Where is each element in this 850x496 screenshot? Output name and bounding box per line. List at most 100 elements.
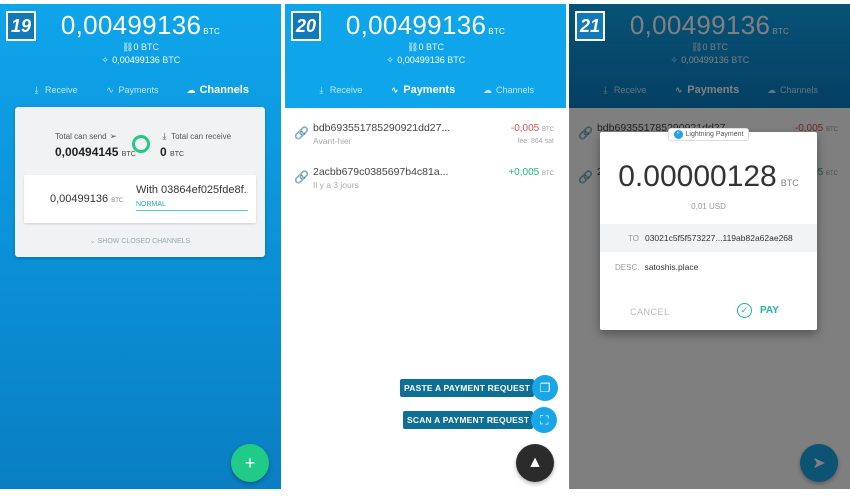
step-number-badge: 20	[291, 11, 321, 41]
panel-payments: 20 0,00499136 BTC ⛓ 0 BTC ✧ 0,00499136 BT…	[285, 4, 566, 489]
step-number-badge: 19	[6, 11, 36, 41]
channel-state: NORMAL	[136, 201, 248, 211]
payment-date: Avant-hier	[313, 136, 352, 146]
onchain-value: 0	[133, 42, 139, 52]
step-number-badge: 21	[575, 11, 605, 41]
dialog-amount-value: 0.00000128	[618, 160, 777, 193]
tab-channels[interactable]: ☁Channels	[483, 85, 534, 95]
lightning-icon: ✧	[101, 55, 109, 65]
activity-icon: ∿	[390, 84, 399, 95]
show-closed-label: SHOW CLOSED CHANNELS	[97, 238, 191, 245]
fee-value: 864	[531, 138, 543, 145]
balance-amount: 0,00499136	[60, 10, 202, 40]
total-send-value-row: 0,00494145 BTC	[55, 145, 136, 159]
total-send-label: Total can send	[55, 132, 107, 141]
total-receive-unit: BTC	[170, 151, 185, 158]
tab-bar: ⤓ Receive ∿ Payments ☁Channels	[0, 84, 281, 96]
payment-amount: -0,005 BTC	[511, 123, 554, 134]
channels-card: Total can send ➢ 0,00494145 BTC ⤓ Total …	[15, 107, 265, 257]
cloud-icon: ☁	[483, 84, 493, 95]
balance-value: 0,00499136BTC	[61, 10, 220, 40]
scan-label: SCAN A PAYMENT REQUEST	[403, 411, 534, 429]
lightning-unit: BTC	[447, 55, 466, 65]
cancel-button[interactable]: CANCEL	[630, 307, 670, 317]
panel-channels: 19 0,00499136 BTC ⛓ 0 BTC ✧ 0,00499136 BT…	[0, 4, 281, 489]
balance-ring-icon	[132, 135, 150, 153]
paste-label: PASTE A PAYMENT REQUEST	[400, 379, 535, 397]
payment-amount-value: -0,005	[510, 123, 540, 134]
desc-value: satoshis.place	[644, 262, 699, 272]
plus-icon: +	[244, 452, 256, 473]
total-receive-value-row: 0 BTC	[160, 145, 231, 159]
balance-amount: 0,00499136	[345, 10, 487, 40]
download-icon: ⤓	[319, 84, 324, 95]
show-closed-channels-button[interactable]: ⌄ SHOW CLOSED CHANNELS	[15, 237, 265, 245]
activity-icon: ∿	[106, 84, 114, 95]
tab-payments[interactable]: ∿ Payments	[105, 85, 158, 95]
total-send-unit: BTC	[121, 151, 136, 158]
total-can-send: Total can send ➢ 0,00494145 BTC	[55, 132, 136, 160]
dialog-fiat-amount: 0,01 USD	[691, 202, 726, 211]
download-icon: ⤓	[162, 131, 167, 141]
onchain-unit: BTC	[426, 42, 445, 52]
onchain-value: 0	[418, 42, 424, 52]
channel-item[interactable]: 0,00499136 BTC With 03864ef025fde8f... N…	[24, 175, 256, 223]
cloud-icon: ☁	[186, 84, 196, 95]
fee-label: fee:	[517, 138, 530, 145]
payment-hash: bdb693551785290921dd27...	[313, 122, 451, 134]
pay-button[interactable]: ✓ PAY	[737, 303, 779, 318]
total-send-value: 0,00494145	[55, 145, 119, 159]
link-icon: ⛓	[121, 42, 134, 52]
total-can-receive: ⤓ Total can receive 0 BTC	[160, 131, 232, 160]
payment-item[interactable]: 🔗 2acbb679c0385697b4c81a... Il y a 3 jou…	[285, 158, 566, 202]
tab-channels[interactable]: ☁Channels	[186, 84, 249, 96]
lightning-value: 0,00499136	[397, 55, 445, 65]
lightning-balance: ✧ 0,00499136 BTC	[0, 55, 281, 65]
balance-value: 0,00499136BTC	[346, 10, 505, 40]
payment-amount-value: +0,005	[508, 167, 540, 178]
payment-dialog: ⚡ Lightning Payment 0.00000128 BTC 0,01 US…	[600, 128, 817, 330]
payment-hash: 2acbb679c0385697b4c81a...	[313, 166, 449, 178]
channel-peer: With 03864ef025fde8f...	[136, 184, 248, 196]
lightning-payment-badge: ⚡ Lightning Payment	[667, 128, 750, 141]
payment-item[interactable]: 🔗 bdb693551785290921dd27... Avant-hier -…	[285, 114, 566, 158]
onchain-balance: ⛓ 0 BTC	[0, 42, 281, 52]
dialog-description: DESC. satoshis.place	[615, 262, 698, 272]
copy-icon: ❐	[532, 375, 559, 401]
dialog-recipient: TO 03021c5f5f573227...119ab82a62ae268	[600, 224, 817, 252]
tab-receive[interactable]: ⤓ Receive	[32, 84, 77, 95]
screenshot: 19 0,00499136 BTC ⛓ 0 BTC ✧ 0,00499136 BT…	[0, 0, 850, 496]
scan-payment-request-button[interactable]: SCAN A PAYMENT REQUEST ⛶	[403, 407, 558, 433]
tab-payments-label: Payments	[118, 85, 159, 95]
link-icon: ⛓	[406, 42, 419, 52]
payment-date: Il y a 3 jours	[313, 180, 359, 190]
tab-payments[interactable]: ∿ Payments	[390, 84, 455, 96]
download-icon: ⤓	[34, 84, 39, 95]
total-receive-value: 0	[160, 145, 167, 159]
check-icon: ✓	[737, 303, 752, 318]
add-button[interactable]: +	[231, 444, 269, 482]
link-icon: 🔗	[294, 170, 309, 184]
total-receive-label-row: ⤓ Total can receive	[160, 131, 232, 142]
tab-receive[interactable]: ⤓ Receive	[317, 84, 363, 95]
total-send-label-row: Total can send ➢	[55, 132, 136, 142]
link-icon: 🔗	[294, 126, 309, 140]
to-value: 03021c5f5f573227...119ab82a62ae268	[644, 233, 793, 243]
balance: 0,00499136BTC	[0, 10, 281, 41]
onchain-unit: BTC	[141, 42, 160, 52]
send-menu-button[interactable]: ▲	[516, 444, 554, 482]
balance-unit: BTC	[488, 27, 506, 36]
bolt-icon: ⚡	[673, 130, 683, 139]
onchain-balance: ⛓ 0 BTC	[285, 42, 566, 52]
dialog-amount-unit: BTC	[780, 178, 799, 188]
panel-payment-dialog: 21 0,00499136BTC ⛓ 0 BTC ✧ 0,00499136 BT…	[569, 4, 850, 489]
balance: 0,00499136BTC	[285, 10, 566, 41]
chevron-down-icon: ⌄	[89, 238, 96, 245]
navigate-icon: ▲	[527, 454, 543, 471]
lightning-icon: ✧	[386, 55, 394, 65]
tab-bar: ⤓ Receive ∿ Payments ☁Channels	[285, 84, 566, 96]
tab-receive-label: Receive	[329, 85, 363, 95]
tab-channels-label: Channels	[496, 85, 535, 95]
payment-amount-unit: BTC	[542, 127, 554, 133]
paste-payment-request-button[interactable]: PASTE A PAYMENT REQUEST ❐	[400, 375, 559, 401]
